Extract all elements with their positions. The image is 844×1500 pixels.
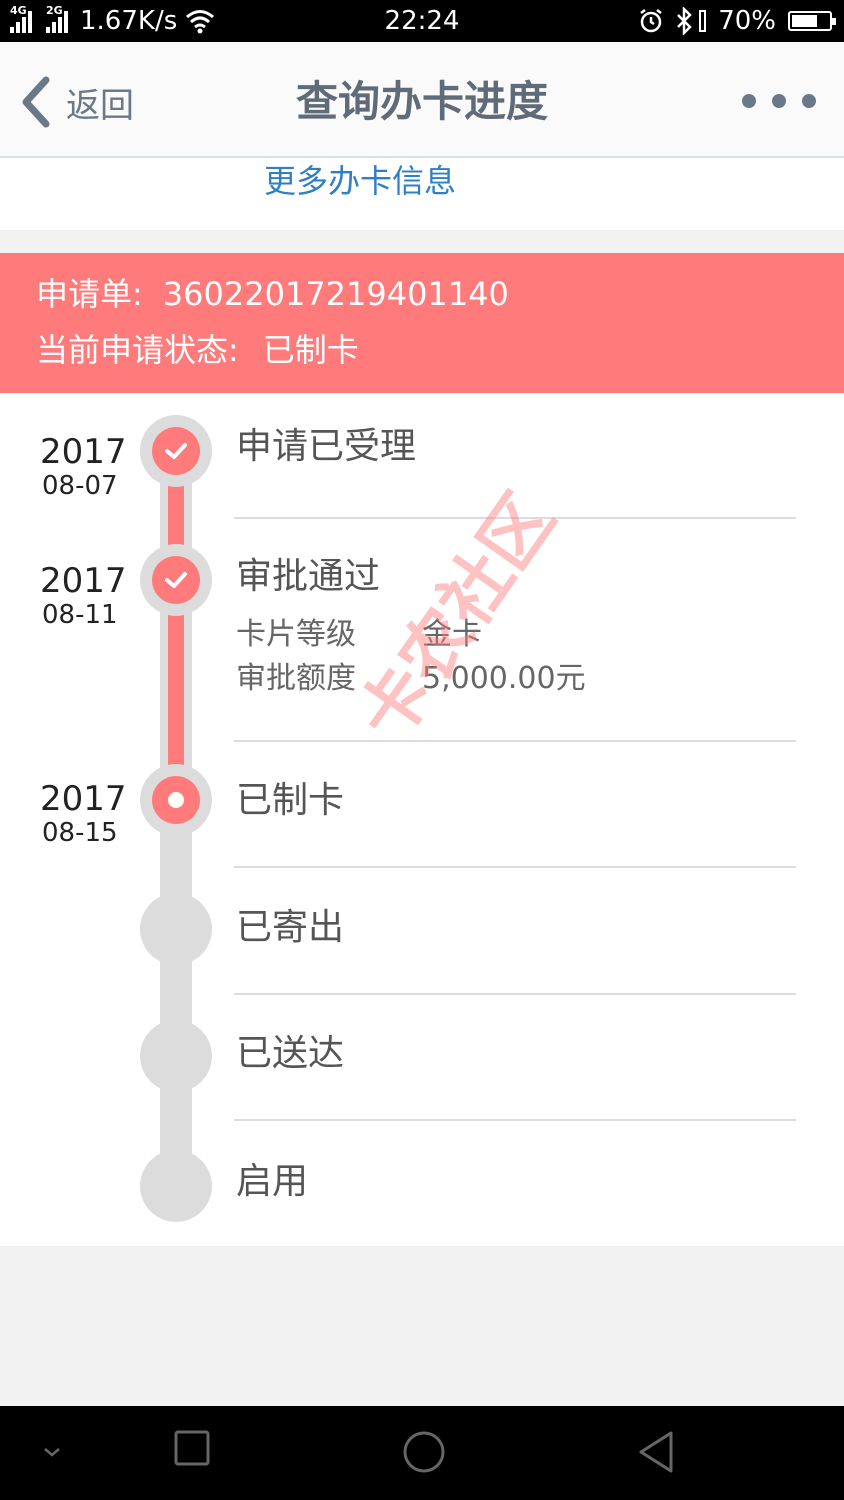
back-triangle-icon[interactable]	[636, 1430, 676, 1474]
card-level-label: 卡片等级	[236, 617, 356, 652]
home-icon[interactable]	[402, 1430, 446, 1474]
step-month-day: 08-07	[42, 471, 118, 501]
step-divider	[234, 1119, 796, 1121]
application-status-value: 已制卡	[262, 331, 359, 369]
current-dot-icon	[168, 792, 184, 808]
bluetooth-icon	[677, 7, 692, 35]
credit-limit-label: 审批额度	[236, 661, 356, 696]
more-card-info-link[interactable]: 更多办卡信息	[264, 158, 456, 204]
system-nav-bar	[0, 1406, 844, 1500]
step-title: 已制卡	[236, 780, 345, 821]
recent-apps-icon[interactable]	[174, 1430, 210, 1466]
step-node-done	[140, 415, 212, 487]
more-dots-icon	[802, 94, 816, 108]
step-title: 申请已受理	[236, 426, 417, 467]
check-icon	[165, 572, 187, 588]
step-title: 启用	[236, 1161, 309, 1202]
application-status-label: 当前申请状态:	[36, 331, 239, 369]
application-id-value: 36022017219401140	[162, 275, 509, 313]
more-options-button[interactable]	[742, 94, 816, 108]
card-level-value: 金卡	[422, 617, 482, 652]
status-bar: 4G 2G 1.67K/s 22:24 70%	[0, 0, 844, 42]
battery-icon	[788, 11, 836, 31]
step-date: 2017 08-07	[40, 433, 127, 501]
progress-timeline: 2017 08-07 申请已受理 2017 08-11 审批通过 卡片等级 金卡 …	[0, 393, 844, 1246]
application-status-row: 当前申请状态: 已制卡	[36, 329, 359, 371]
step-divider	[234, 866, 796, 868]
nav-bar: 返回 查询办卡进度	[0, 42, 844, 158]
step-year: 2017	[40, 432, 127, 472]
application-id-label: 申请单:	[36, 275, 143, 313]
step-node-pending	[140, 893, 212, 965]
step-month-day: 08-11	[42, 600, 118, 630]
more-dots-icon	[772, 94, 786, 108]
step-month-day: 08-15	[42, 818, 118, 848]
more-dots-icon	[742, 94, 756, 108]
alarm-icon	[640, 9, 662, 33]
step-divider	[234, 740, 796, 742]
application-banner: 申请单: 36022017219401140 当前申请状态: 已制卡	[0, 253, 844, 393]
step-divider	[234, 993, 796, 995]
step-title: 已寄出	[236, 907, 345, 948]
card-level-row: 卡片等级 金卡	[236, 613, 482, 657]
battery-fill	[792, 15, 818, 27]
step-year: 2017	[40, 561, 127, 601]
timeline-rail-progress	[168, 448, 184, 803]
vibrate-icon	[699, 10, 707, 32]
more-info-section: 更多办卡信息	[0, 158, 844, 230]
step-node-pending	[140, 1020, 212, 1092]
step-date: 2017 08-15	[40, 780, 127, 848]
chevron-down-icon[interactable]	[40, 1444, 64, 1460]
step-title: 已送达	[236, 1033, 345, 1074]
step-title: 审批通过	[236, 556, 381, 597]
credit-limit-value: 5,000.00元	[422, 661, 586, 696]
step-node-pending	[140, 1150, 212, 1222]
credit-limit-row: 审批额度 5,000.00元	[236, 657, 586, 701]
step-node-done	[140, 544, 212, 616]
application-id-row: 申请单: 36022017219401140	[36, 273, 509, 315]
step-date: 2017 08-11	[40, 562, 127, 630]
check-icon	[165, 443, 187, 459]
step-year: 2017	[40, 779, 127, 819]
battery-percent: 70%	[718, 6, 776, 36]
step-divider	[234, 517, 796, 519]
page-title: 查询办卡进度	[295, 77, 548, 126]
step-node-current	[140, 764, 212, 836]
